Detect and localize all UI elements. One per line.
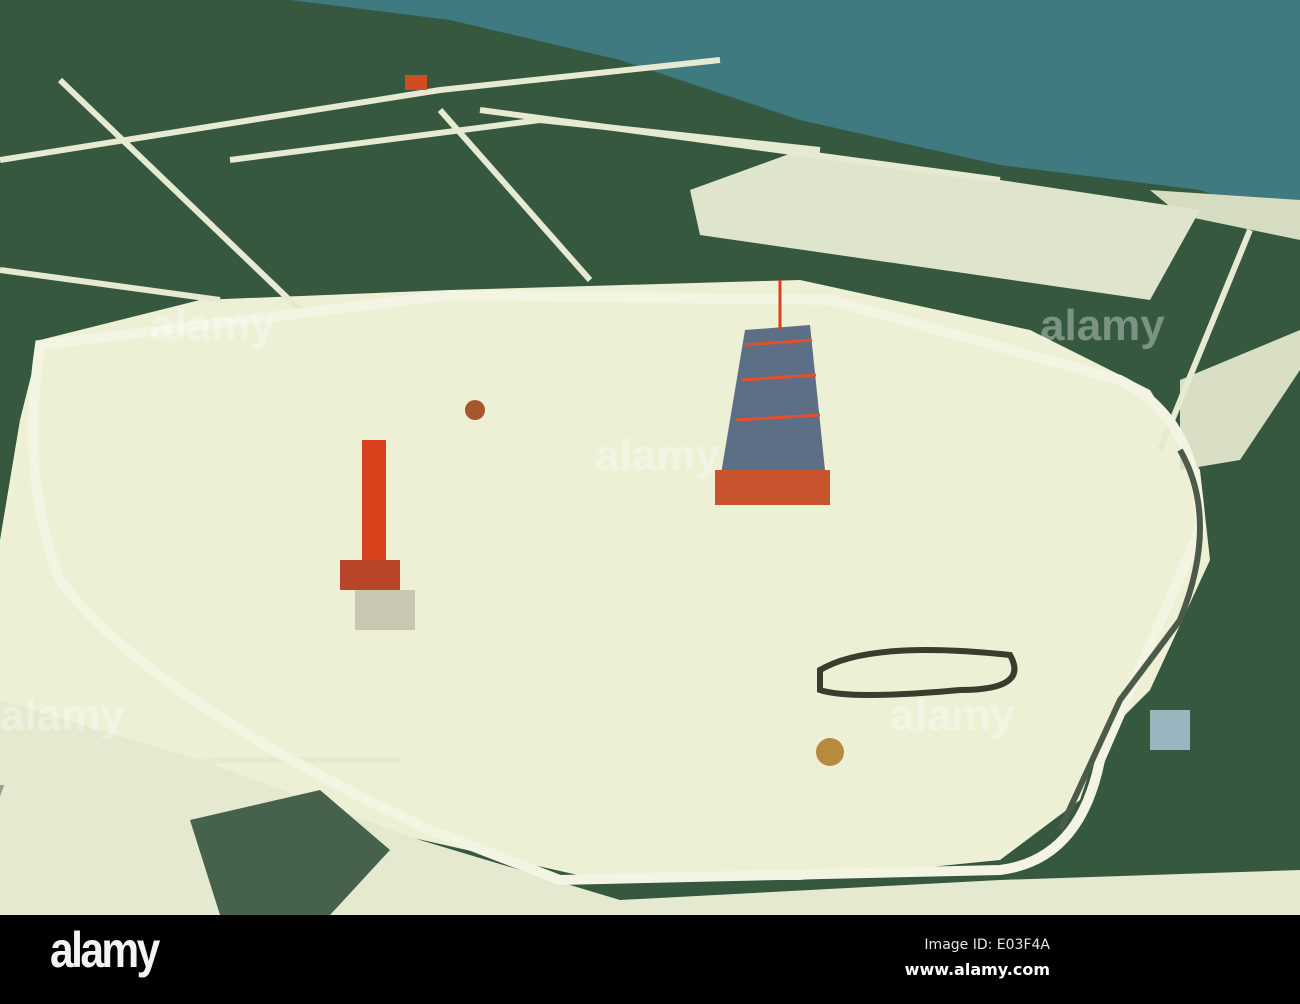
svg-text:alamy: alamy <box>890 691 1015 740</box>
svg-text:alamy: alamy <box>1040 301 1165 350</box>
sphere-tank <box>465 400 485 420</box>
website-link[interactable]: www.alamy.com <box>905 960 1050 979</box>
image-id: Image ID: E03F4A <box>924 937 1050 953</box>
building <box>1150 710 1190 750</box>
orange-building <box>405 75 427 90</box>
svg-text:alamy: alamy <box>0 691 125 740</box>
alamy-logo: alamy <box>50 922 160 978</box>
svg-text:alamy: alamy <box>150 301 275 350</box>
sphere-tank-2 <box>816 738 844 766</box>
footer-bar: alamy Image ID: E03F4A www.alamy.com <box>0 915 1300 1004</box>
aerial-photo: alamy alamy alamy alamy alamy <box>0 0 1300 915</box>
svg-text:alamy: alamy <box>595 431 720 480</box>
